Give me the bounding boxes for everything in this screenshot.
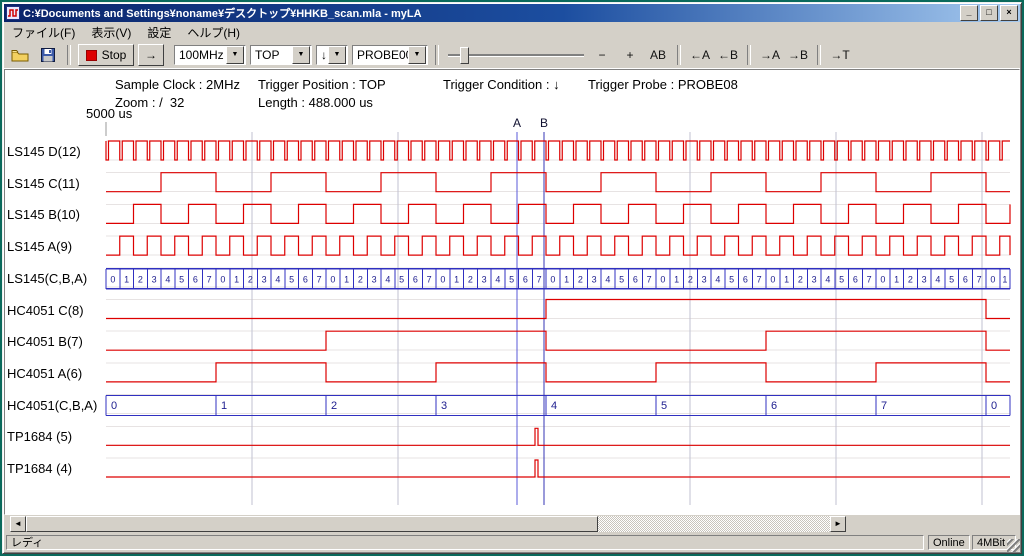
channel-label: TP1684 (4) xyxy=(7,461,104,476)
channel-label: LS145 D(12) xyxy=(7,144,104,159)
save-button[interactable] xyxy=(36,44,60,66)
sample-clock-value: 100MHz xyxy=(175,48,226,62)
trigger-position-info: Trigger Position : TOP xyxy=(258,77,386,92)
status-bar: レディ Online 4MBit xyxy=(4,534,1020,552)
stop-button[interactable]: Stop xyxy=(78,44,134,66)
trigger-position-select[interactable]: TOP ▼ xyxy=(250,45,312,65)
zoom-slider[interactable] xyxy=(446,45,586,65)
trigger-position-value: TOP xyxy=(251,48,292,62)
toolbar: Stop → 100MHz ▼ TOP ▼ ↓ ▼ PROBE00 ▼ − + … xyxy=(4,42,1020,69)
open-folder-icon xyxy=(11,49,29,62)
scrollbar-strip: ◄ ► xyxy=(4,515,1020,534)
status-ready: レディ xyxy=(6,535,924,550)
title-bar[interactable]: C:¥Documents and Settings¥noname¥デスクトップ¥… xyxy=(4,4,1020,22)
toolbar-separator xyxy=(67,45,71,65)
chevron-down-icon[interactable]: ▼ xyxy=(292,46,310,64)
channel-label: HC4051 C(8) xyxy=(7,303,104,318)
close-button[interactable]: × xyxy=(1000,5,1018,21)
run-button[interactable]: → xyxy=(138,44,164,66)
channel-label: LS145 A(9) xyxy=(7,239,104,254)
save-floppy-icon xyxy=(41,48,55,62)
channel-label: HC4051(C,B,A) xyxy=(7,398,104,413)
length-info: Length : 488.000 us xyxy=(258,95,373,110)
chevron-down-icon[interactable]: ▼ xyxy=(408,46,426,64)
minimize-button[interactable]: _ xyxy=(960,5,978,21)
toolbar-separator xyxy=(435,45,439,65)
trigger-edge-value: ↓ xyxy=(317,48,328,62)
goto-cursor-a-right-button[interactable]: →A xyxy=(758,44,782,66)
channel-label: LS145 C(11) xyxy=(7,176,104,191)
app-icon xyxy=(6,6,20,20)
toolbar-separator xyxy=(817,45,821,65)
channel-label: HC4051 B(7) xyxy=(7,334,104,349)
goto-cursor-b-left-button[interactable]: ←B xyxy=(716,44,740,66)
trigger-probe-value: PROBE00 xyxy=(353,48,408,62)
resize-grip[interactable] xyxy=(1007,539,1020,552)
trigger-condition-info: Trigger Condition : ↓ xyxy=(443,77,560,92)
run-arrow-icon: → xyxy=(145,48,157,62)
window-controls: _ □ × xyxy=(960,5,1018,21)
ab-button[interactable]: AB xyxy=(646,44,670,66)
scroll-thumb[interactable] xyxy=(26,516,598,532)
chevron-down-icon[interactable]: ▼ xyxy=(328,46,346,64)
menu-file[interactable]: ファイル(F) xyxy=(4,22,83,43)
scroll-right-button[interactable]: ► xyxy=(830,516,846,532)
maximize-button[interactable]: □ xyxy=(980,5,998,21)
goto-trigger-button[interactable]: →T xyxy=(828,44,852,66)
channel-label: TP1684 (5) xyxy=(7,429,104,444)
channel-label: LS145 B(10) xyxy=(7,207,104,222)
chevron-down-icon[interactable]: ▼ xyxy=(226,46,244,64)
open-button[interactable] xyxy=(8,44,32,66)
zoom-slider-handle[interactable] xyxy=(460,47,469,64)
status-online: Online xyxy=(928,535,970,550)
zoom-in-button[interactable]: + xyxy=(618,44,642,66)
channel-label: LS145(C,B,A) xyxy=(7,271,104,286)
channel-label: HC4051 A(6) xyxy=(7,366,104,381)
toolbar-separator xyxy=(747,45,751,65)
goto-cursor-a-left-button[interactable]: ←A xyxy=(688,44,712,66)
menu-help[interactable]: ヘルプ(H) xyxy=(179,22,248,43)
trigger-probe-select[interactable]: PROBE00 ▼ xyxy=(352,45,428,65)
sample-clock-info: Sample Clock : 2MHz xyxy=(115,77,240,92)
waveform-pane[interactable] xyxy=(4,69,1020,515)
menu-view[interactable]: 表示(V) xyxy=(83,22,139,43)
stop-label: Stop xyxy=(102,48,127,62)
menu-bar: ファイル(F) 表示(V) 設定 ヘルプ(H) xyxy=(4,22,1020,42)
cursor-b-label[interactable]: B xyxy=(537,116,551,130)
window-title: C:¥Documents and Settings¥noname¥デスクトップ¥… xyxy=(23,5,960,21)
cursor-a-label[interactable]: A xyxy=(510,116,524,130)
scroll-left-button[interactable]: ◄ xyxy=(10,516,26,532)
timebase-label: 5000 us xyxy=(86,106,132,121)
trigger-edge-select[interactable]: ↓ ▼ xyxy=(316,45,348,65)
sample-clock-select[interactable]: 100MHz ▼ xyxy=(174,45,246,65)
zoom-out-button[interactable]: − xyxy=(590,44,614,66)
goto-cursor-b-right-button[interactable]: →B xyxy=(786,44,810,66)
trigger-probe-info: Trigger Probe : PROBE08 xyxy=(588,77,738,92)
horizontal-scrollbar[interactable]: ◄ ► xyxy=(10,516,846,532)
stop-square-icon xyxy=(86,50,97,61)
toolbar-separator xyxy=(677,45,681,65)
menu-settings[interactable]: 設定 xyxy=(139,22,179,43)
logic-analyzer-window: C:¥Documents and Settings¥noname¥デスクトップ¥… xyxy=(0,0,1024,556)
